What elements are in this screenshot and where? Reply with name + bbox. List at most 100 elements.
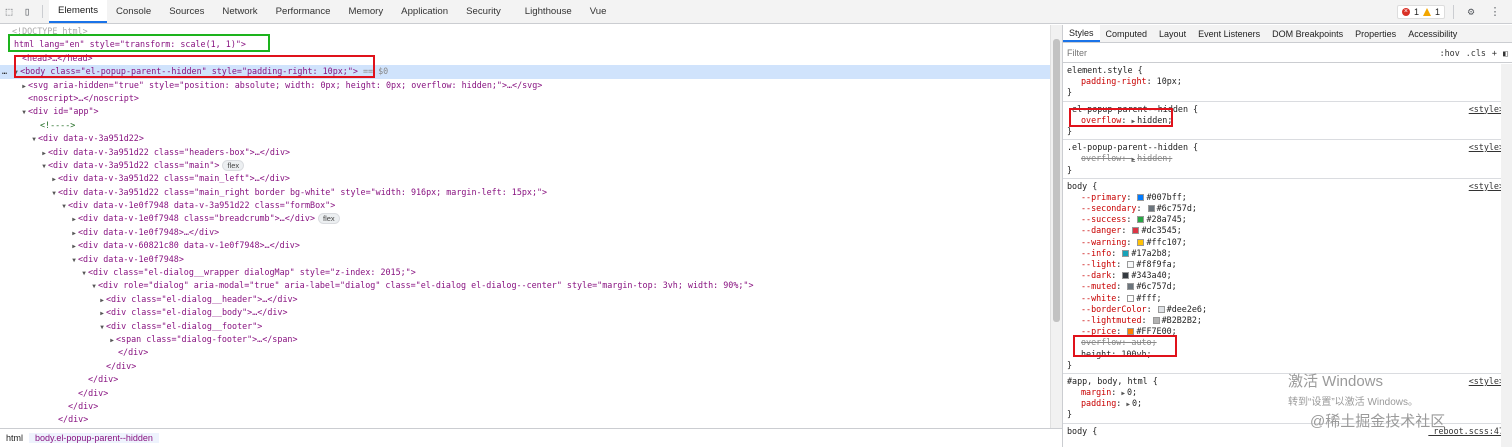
flex-badge[interactable]: flex: [222, 159, 245, 171]
dom-scrollbar[interactable]: [1050, 25, 1062, 428]
tab-dom-breakpoints[interactable]: DOM Breakpoints: [1266, 25, 1349, 42]
hover-state-button[interactable]: :hov: [1440, 48, 1460, 58]
issues-counter[interactable]: × 1 1: [1396, 4, 1445, 19]
expanded-triangle-icon[interactable]: ▼: [30, 133, 38, 146]
dom-line[interactable]: ▼ <div data-v-3a951d22>: [0, 132, 1050, 145]
class-toggle-button[interactable]: .cls: [1466, 48, 1486, 58]
breadcrumb-body[interactable]: body.el-popup-parent--hidden: [29, 433, 159, 443]
tab-event-listeners[interactable]: Event Listeners: [1192, 25, 1266, 42]
tab-memory[interactable]: Memory: [340, 0, 393, 23]
collapsed-triangle-icon[interactable]: ▶: [70, 227, 78, 240]
breadcrumb-html[interactable]: html: [0, 433, 29, 443]
expanded-triangle-icon[interactable]: ▼: [90, 280, 98, 293]
color-swatch-icon[interactable]: [1157, 305, 1165, 313]
collapsed-triangle-icon[interactable]: ▶: [40, 147, 48, 160]
color-swatch-icon[interactable]: [1147, 205, 1155, 213]
dom-line[interactable]: <noscript>…</noscript>: [0, 92, 1050, 105]
rule-declaration-overridden[interactable]: overflow: ▶ hidden;: [1067, 153, 1508, 164]
expand-arrow-icon[interactable]: ▶: [1121, 390, 1125, 397]
tab-security[interactable]: Security: [457, 0, 510, 23]
color-swatch-icon[interactable]: [1137, 238, 1145, 246]
color-swatch-icon[interactable]: [1127, 283, 1135, 291]
dom-line[interactable]: </div>: [0, 387, 1050, 400]
color-swatch-icon[interactable]: [1152, 316, 1160, 324]
rule-declaration[interactable]: padding-right: 10px;: [1067, 76, 1508, 87]
collapsed-triangle-icon[interactable]: ▶: [50, 173, 58, 186]
tab-layout[interactable]: Layout: [1153, 25, 1192, 42]
dom-line[interactable]: ▶ <div data-v-3a951d22 class="main_left">…: [0, 172, 1050, 185]
css-variable-declaration[interactable]: --warning: #ffc107;: [1067, 237, 1508, 248]
expanded-triangle-icon[interactable]: ▼: [98, 321, 106, 334]
color-swatch-icon[interactable]: [1132, 227, 1140, 235]
css-variable-declaration[interactable]: --info: #17a2b8;: [1067, 248, 1508, 259]
expanded-triangle-icon[interactable]: ▼: [20, 106, 28, 119]
dom-line[interactable]: ▼ <div data-v-1e0f7948 data-v-3a951d22 cl…: [0, 199, 1050, 212]
css-variable-declaration[interactable]: --borderColor: #dee2e6;: [1067, 304, 1508, 315]
styles-scrollbar[interactable]: [1501, 64, 1512, 447]
css-variable-declaration[interactable]: --muted: #6c757d;: [1067, 281, 1508, 292]
styles-filter-input[interactable]: [1067, 47, 1434, 58]
dom-line[interactable]: ▼ <div data-v-3a951d22 class="main"> flex: [0, 159, 1050, 172]
flex-badge[interactable]: flex: [317, 213, 340, 225]
dom-line[interactable]: </div>: [0, 413, 1050, 426]
dom-line[interactable]: ▼ <div data-v-1e0f7948>: [0, 253, 1050, 266]
more-options-icon[interactable]: ⋮: [1486, 5, 1504, 18]
dom-line[interactable]: ▶ <div class="el-dialog__body">…</div>: [0, 306, 1050, 319]
dom-line[interactable]: ▶ <div data-v-60821c80 data-v-1e0f7948>…<…: [0, 239, 1050, 252]
dom-line[interactable]: </div>: [0, 400, 1050, 413]
dom-line[interactable]: ▼ <div role="dialog" aria-modal="true" ar…: [0, 279, 1050, 292]
rule-source-link[interactable]: <style>: [1469, 181, 1504, 191]
rule-source-link[interactable]: <style>: [1469, 376, 1504, 386]
rule-source-link[interactable]: <style>: [1469, 104, 1504, 114]
css-variable-declaration[interactable]: --danger: #dc3545;: [1067, 225, 1508, 236]
css-variable-declaration[interactable]: --lightmuted: #B2B2B2;: [1067, 315, 1508, 326]
color-swatch-icon[interactable]: [1137, 216, 1145, 224]
collapsed-triangle-icon[interactable]: ▶: [108, 334, 116, 347]
dom-line[interactable]: </div>: [0, 346, 1050, 359]
tab-computed[interactable]: Computed: [1100, 25, 1154, 42]
expanded-triangle-icon[interactable]: ▼: [70, 254, 78, 267]
dom-line[interactable]: ▶ <div class="el-dialog__header">…</div>: [0, 293, 1050, 306]
inspect-element-icon[interactable]: ⬚: [0, 0, 18, 23]
css-variable-declaration[interactable]: --success: #28a745;: [1067, 214, 1508, 225]
color-swatch-icon[interactable]: [1127, 261, 1135, 268]
dom-line[interactable]: ▼ <div data-v-3a951d22 class="main_right …: [0, 186, 1050, 199]
collapsed-triangle-icon[interactable]: ▶: [70, 213, 78, 226]
tab-accessibility[interactable]: Accessibility: [1402, 25, 1463, 42]
tab-console[interactable]: Console: [107, 0, 160, 23]
dom-line[interactable]: ▶ <div data-v-1e0f7948 class="breadcrumb"…: [0, 212, 1050, 225]
css-variable-declaration[interactable]: --secondary: #6c757d;: [1067, 203, 1508, 214]
expanded-triangle-icon[interactable]: ▼: [50, 187, 58, 200]
css-variable-declaration[interactable]: --light: #f8f9fa;: [1067, 259, 1508, 270]
tab-sources[interactable]: Sources: [160, 0, 213, 23]
tab-vue[interactable]: Vue: [581, 0, 616, 23]
expand-arrow-icon[interactable]: ▶: [1131, 156, 1135, 163]
dom-line[interactable]: ▶ <span class="dialog-footer">…</span>: [0, 333, 1050, 346]
collapsed-triangle-icon[interactable]: ▶: [98, 294, 106, 307]
dom-line[interactable]: ▶ <div data-v-3a951d22 class="headers-box…: [0, 146, 1050, 159]
expand-arrow-icon[interactable]: ▶: [1126, 401, 1130, 408]
tab-styles[interactable]: Styles: [1063, 25, 1100, 42]
rule-source-link[interactable]: <style>: [1469, 142, 1504, 152]
expanded-triangle-icon[interactable]: ▼: [40, 160, 48, 173]
dom-line[interactable]: <!---->: [0, 119, 1050, 132]
tab-lighthouse[interactable]: Lighthouse: [516, 0, 581, 23]
color-swatch-icon[interactable]: [1122, 272, 1130, 280]
color-swatch-icon[interactable]: [1137, 193, 1145, 201]
new-rule-icon[interactable]: +: [1492, 48, 1497, 58]
tab-network[interactable]: Network: [213, 0, 266, 23]
collapsed-triangle-icon[interactable]: ▶: [20, 80, 28, 93]
tab-application[interactable]: Application: [392, 0, 457, 23]
color-swatch-icon[interactable]: [1127, 294, 1135, 302]
color-swatch-icon[interactable]: [1122, 249, 1130, 257]
css-variable-declaration[interactable]: --white: #fff;: [1067, 293, 1508, 304]
gear-icon[interactable]: ⚙: [1462, 5, 1480, 18]
tab-performance[interactable]: Performance: [267, 0, 340, 23]
device-toolbar-icon[interactable]: ▯: [18, 0, 36, 23]
css-variable-declaration[interactable]: --dark: #343a40;: [1067, 270, 1508, 281]
expanded-triangle-icon[interactable]: ▼: [80, 267, 88, 280]
expanded-triangle-icon[interactable]: ▼: [60, 200, 68, 213]
collapsed-triangle-icon[interactable]: ▶: [98, 307, 106, 320]
scrollbar-thumb[interactable]: [1053, 39, 1060, 322]
tab-properties[interactable]: Properties: [1349, 25, 1402, 42]
